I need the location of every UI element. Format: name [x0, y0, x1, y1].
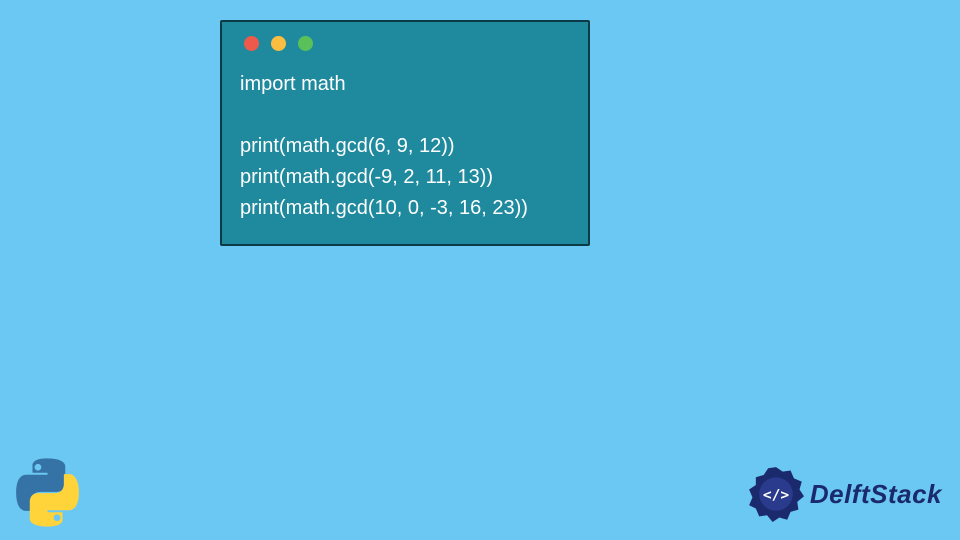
python-icon	[10, 455, 85, 530]
brand-name: DelftStack	[810, 479, 942, 510]
minimize-dot-icon	[271, 36, 286, 51]
svg-text:</>: </>	[763, 487, 790, 504]
code-block: import math print(math.gcd(6, 9, 12)) pr…	[240, 69, 570, 224]
close-dot-icon	[244, 36, 259, 51]
window-controls	[240, 36, 570, 51]
code-window: import math print(math.gcd(6, 9, 12)) pr…	[220, 20, 590, 246]
brand-badge-icon: </>	[748, 466, 804, 522]
maximize-dot-icon	[298, 36, 313, 51]
brand: </> DelftStack	[748, 466, 942, 522]
